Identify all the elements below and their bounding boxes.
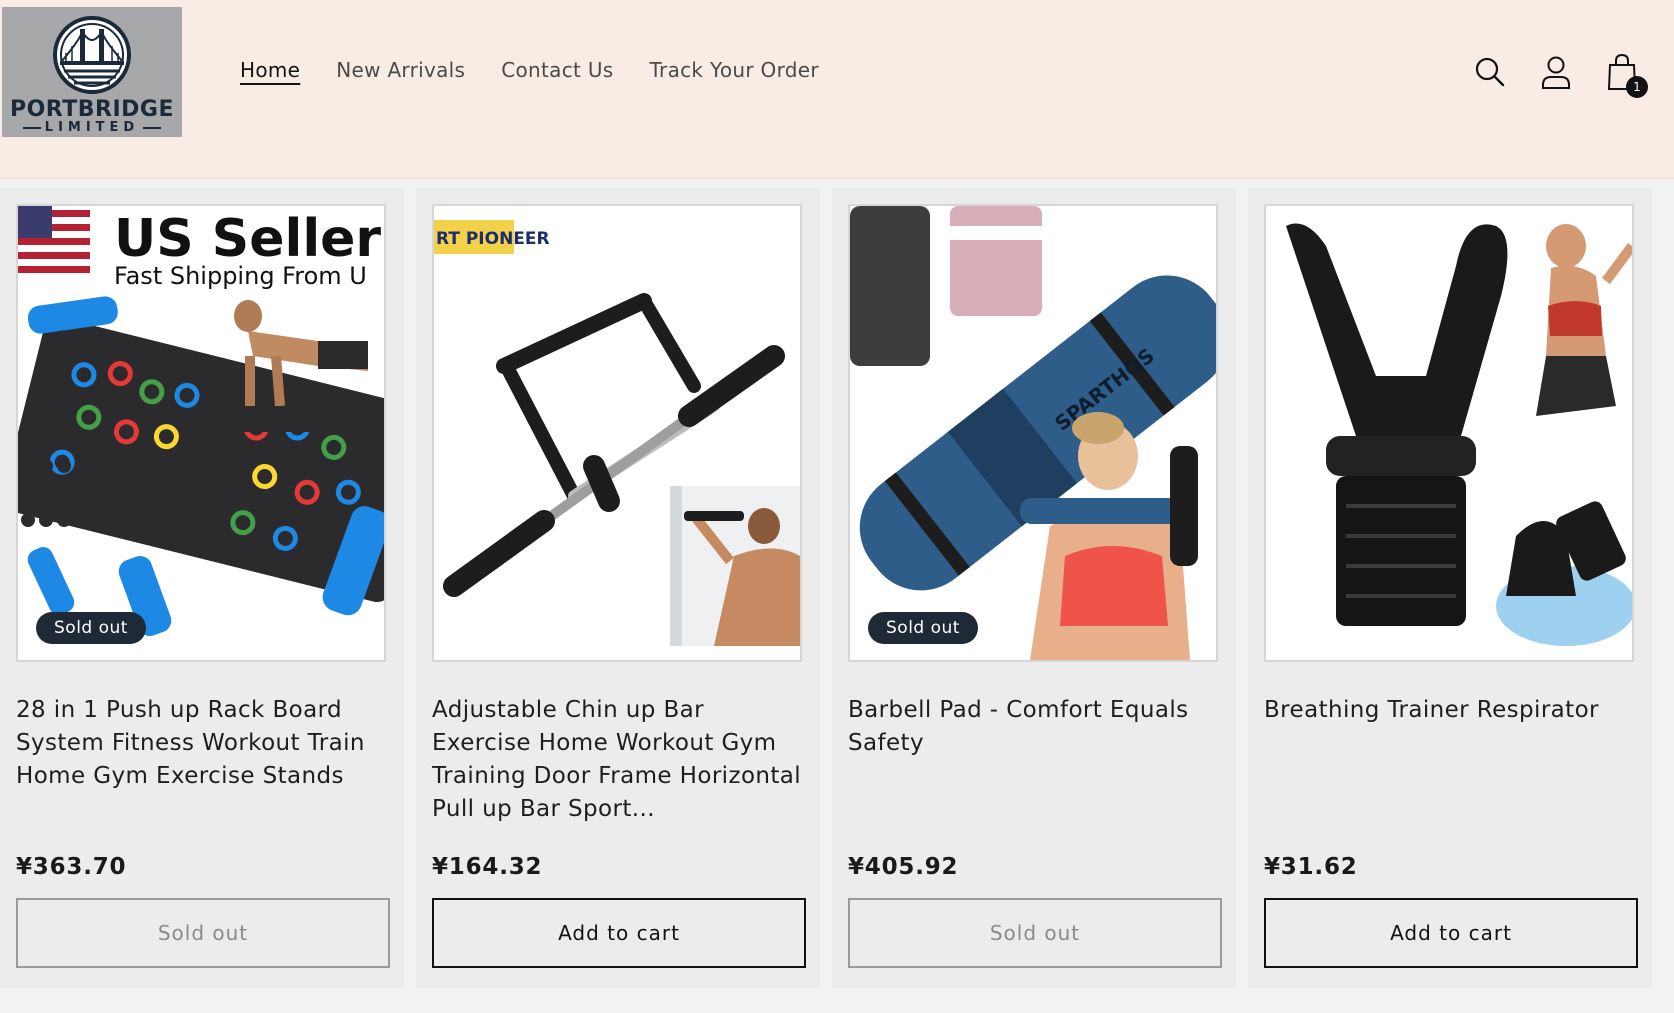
nav-new-arrivals[interactable]: New Arrivals	[336, 58, 465, 82]
logo-sub-text: LIMITED	[44, 120, 140, 135]
svg-text:Fast Shipping From U: Fast Shipping From U	[114, 262, 367, 290]
sold-out-button[interactable]: Sold out	[16, 898, 390, 968]
product-title[interactable]: Adjustable Chin up Bar Exercise Home Wor…	[432, 694, 804, 826]
product-title[interactable]: Breathing Trainer Respirator	[1264, 694, 1636, 727]
product-title[interactable]: Barbell Pad - Comfort Equals Safety	[848, 694, 1220, 760]
product-image[interactable]: US Seller Fast Shipping From U Sold out	[16, 204, 386, 662]
sold-out-badge: Sold out	[36, 612, 146, 644]
search-button[interactable]	[1472, 52, 1508, 92]
search-icon	[1475, 57, 1505, 87]
site-header: PORTBRIDGE LIMITED Home New Arrivals Con…	[0, 0, 1674, 179]
barbell-pad-image: SPARTHOS	[850, 206, 1216, 660]
product-card[interactable]: SPARTHOS Sold out Barbell Pad - Comfort …	[832, 188, 1236, 988]
us-flag-icon	[18, 206, 90, 280]
product-image[interactable]: RT PIONEER	[432, 204, 802, 662]
push-up-board-image: US Seller Fast Shipping From U	[18, 206, 384, 660]
svg-text:RT PIONEER: RT PIONEER	[436, 229, 550, 249]
product-title[interactable]: 28 in 1 Push up Rack Board System Fitnes…	[16, 694, 388, 793]
chin-up-bar-image: RT PIONEER	[434, 206, 800, 660]
nav-track-order[interactable]: Track Your Order	[649, 58, 818, 82]
product-card[interactable]: RT PIONEER Adjustable Chin up Bar Exerci…	[416, 188, 820, 988]
account-button[interactable]	[1538, 52, 1574, 92]
product-price: ¥164.32	[432, 854, 543, 880]
product-price: ¥405.92	[848, 854, 959, 880]
nav-contact-us[interactable]: Contact Us	[501, 58, 613, 82]
product-image[interactable]: SPARTHOS Sold out	[848, 204, 1218, 662]
account-icon	[1542, 56, 1570, 89]
product-grid: US Seller Fast Shipping From U Sold out …	[0, 188, 1674, 990]
logo-subtitle: LIMITED	[22, 120, 162, 135]
product-image[interactable]	[1264, 204, 1634, 662]
cart-count-badge: 1	[1626, 76, 1648, 98]
logo[interactable]: PORTBRIDGE LIMITED	[2, 7, 182, 137]
cart-button[interactable]: 1	[1604, 52, 1648, 98]
svg-text:US Seller: US Seller	[114, 209, 381, 269]
product-price: ¥363.70	[16, 854, 127, 880]
product-card[interactable]: US Seller Fast Shipping From U Sold out …	[0, 188, 404, 988]
add-to-cart-button[interactable]: Add to cart	[432, 898, 806, 968]
breathing-trainer-image	[1266, 206, 1632, 660]
header-icons: 1	[1472, 52, 1648, 98]
sold-out-badge: Sold out	[868, 612, 978, 644]
main-nav: Home New Arrivals Contact Us Track Your …	[240, 58, 819, 82]
add-to-cart-button[interactable]: Add to cart	[1264, 898, 1638, 968]
nav-home[interactable]: Home	[240, 58, 300, 82]
logo-name: PORTBRIDGE	[9, 97, 175, 122]
man-pullup-figure	[670, 486, 800, 646]
product-price: ¥31.62	[1264, 854, 1358, 880]
product-card[interactable]: Breathing Trainer Respirator ¥31.62 Add …	[1248, 188, 1652, 988]
sold-out-button[interactable]: Sold out	[848, 898, 1222, 968]
bridge-emblem-icon	[53, 16, 131, 94]
